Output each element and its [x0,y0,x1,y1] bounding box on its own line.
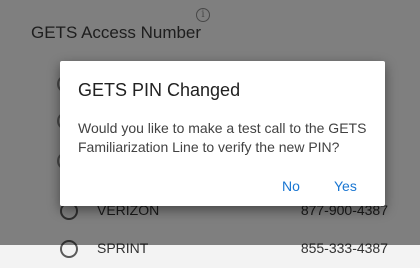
no-button[interactable]: No [282,178,300,194]
dialog-title: GETS PIN Changed [78,80,241,100]
dialog-message: Would you like to make a test call to th… [78,120,367,155]
pin-changed-dialog: GETS PIN Changed Would you like to make … [60,61,385,206]
yes-button[interactable]: Yes [334,178,357,194]
